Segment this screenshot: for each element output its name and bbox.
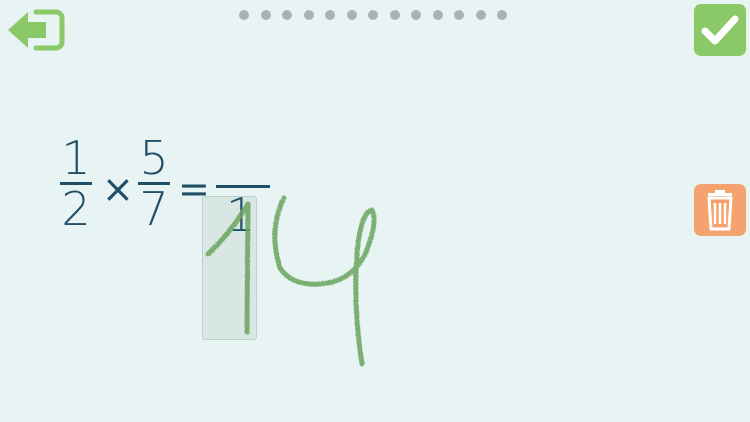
progress-dot — [260, 10, 271, 20]
handwritten-answer-ink — [205, 195, 377, 367]
progress-dot — [432, 10, 443, 20]
multiply-sign: × — [102, 167, 134, 211]
progress-dot — [239, 10, 249, 20]
back-button[interactable] — [6, 6, 66, 54]
fraction-2-denominator: 7 — [139, 182, 169, 236]
ink-stroke-four — [272, 195, 377, 367]
progress-dot — [325, 10, 335, 20]
fraction-1: 1 2 — [60, 131, 92, 236]
answer-numerator-digit: 1 — [226, 188, 256, 242]
clear-drawing-button[interactable] — [694, 184, 746, 236]
progress-dot — [282, 10, 292, 20]
fraction-2-numerator: 5 — [139, 131, 169, 185]
progress-dot — [368, 10, 378, 20]
math-canvas[interactable]: 1 2 × 5 7 = 1 — [0, 0, 750, 422]
check-answer-button[interactable] — [694, 4, 746, 56]
fraction-1-numerator: 1 — [61, 131, 91, 185]
progress-dot — [497, 10, 507, 20]
fraction-2: 5 7 — [138, 131, 170, 236]
progress-dot — [411, 10, 421, 20]
progress-dot — [346, 10, 357, 20]
fraction-1-denominator: 2 — [61, 182, 91, 236]
checkmark-icon — [701, 15, 739, 45]
progress-dots — [239, 10, 507, 20]
progress-dot — [475, 10, 486, 20]
progress-dot — [303, 10, 314, 20]
trash-icon — [707, 190, 733, 231]
progress-dot — [454, 10, 464, 20]
arrow-left-exit-icon — [8, 9, 65, 51]
progress-dot — [389, 10, 400, 20]
